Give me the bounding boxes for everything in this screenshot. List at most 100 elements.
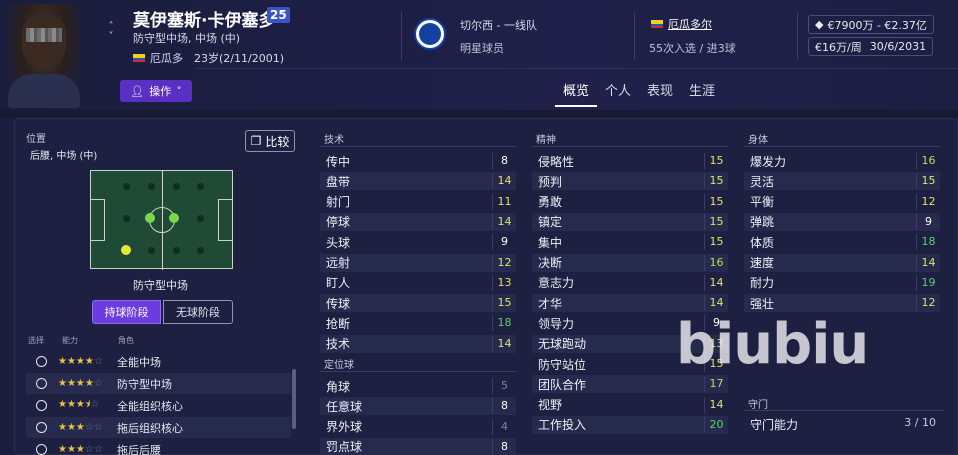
attr-value: 12 <box>916 193 940 210</box>
chevron-down-icon: ˅ <box>176 84 182 98</box>
attribute-row[interactable]: 抢断 18 <box>320 314 516 332</box>
phase-in-possession-button[interactable]: 持球阶段 <box>92 300 161 324</box>
attr-value: 9 <box>916 213 940 230</box>
attribute-row[interactable]: 传球 15 <box>320 294 516 313</box>
attribute-row[interactable]: 角球 5 <box>320 377 516 395</box>
attr-value: 18 <box>916 234 940 251</box>
attribute-row[interactable]: 意志力 14 <box>532 274 728 292</box>
role-row[interactable]: ★★★★☆ 防守型中场 <box>26 373 291 394</box>
club-crest-icon[interactable] <box>414 18 446 50</box>
prev-next-player-arrows[interactable]: ˄ ˅ <box>106 22 116 42</box>
attribute-row[interactable]: 镇定 15 <box>532 212 728 231</box>
attribute-row[interactable]: 技术 14 <box>320 334 516 353</box>
attribute-row[interactable]: 罚点球 8 <box>320 437 516 455</box>
goalkeeping-row[interactable]: 守门能力 3 / 10 <box>744 414 944 434</box>
attr-name: 灵活 <box>750 174 775 189</box>
attribute-row[interactable]: 强壮 12 <box>744 294 940 313</box>
attribute-row[interactable]: 耐力 19 <box>744 274 940 292</box>
attribute-row[interactable]: 弹跳 9 <box>744 212 940 231</box>
attribute-row[interactable]: 头球 9 <box>320 233 516 251</box>
attr-name: 侵略性 <box>538 154 575 169</box>
attribute-row[interactable]: 界外球 4 <box>320 418 516 436</box>
roles-scrollbar[interactable] <box>292 369 296 429</box>
attr-name: 爆发力 <box>750 154 787 169</box>
physical-title: 身体 <box>748 135 768 146</box>
attr-value: 8 <box>492 398 516 415</box>
attribute-row[interactable]: 灵活 15 <box>744 172 940 191</box>
wage: €16万/周 <box>815 40 862 54</box>
attr-name: 任意球 <box>326 399 363 414</box>
role-radio[interactable] <box>36 444 47 455</box>
col-header-select: 选择 <box>28 336 44 345</box>
attribute-row[interactable]: 盘带 14 <box>320 172 516 191</box>
role-name: 全能组织核心 <box>117 399 183 413</box>
contract-box[interactable]: €16万/周 30/6/2031 <box>808 37 934 56</box>
phase-out-of-possession-button[interactable]: 无球阶段 <box>163 300 233 324</box>
attribute-row[interactable]: 视野 14 <box>532 396 728 414</box>
role-radio[interactable] <box>36 422 47 433</box>
attribute-row[interactable]: 盯人 13 <box>320 274 516 292</box>
player-name: 莫伊塞斯·卡伊塞多 <box>133 11 276 31</box>
role-radio[interactable] <box>36 400 47 411</box>
attribute-row[interactable]: 平衡 12 <box>744 193 940 211</box>
attr-name: 平衡 <box>750 195 775 210</box>
selected-role-name: 防守型中场 <box>133 279 188 292</box>
position-pitch[interactable] <box>90 170 233 270</box>
attr-value: 5 <box>492 378 516 394</box>
attribute-row[interactable]: 工作投入 20 <box>532 415 728 434</box>
technical-rule <box>320 146 516 147</box>
watermark: biubiu <box>676 312 869 377</box>
physical-rule <box>744 146 940 147</box>
attribute-row[interactable]: 射门 11 <box>320 193 516 211</box>
attr-value: 15 <box>492 295 516 312</box>
col-header-role: 角色 <box>118 336 134 345</box>
set_pieces-title: 定位球 <box>324 360 354 371</box>
attribute-row[interactable]: 团队合作 17 <box>532 375 728 394</box>
nationality-name[interactable]: 厄瓜多 <box>150 50 183 66</box>
attribute-row[interactable]: 体质 18 <box>744 233 940 251</box>
attr-value: 16 <box>704 254 728 271</box>
role-row[interactable]: ★★★★☆ 全能中场 <box>26 351 291 372</box>
attribute-row[interactable]: 爆发力 16 <box>744 152 940 170</box>
attribute-row[interactable]: 速度 14 <box>744 253 940 272</box>
club-team[interactable]: 切尔西 - 一线队 <box>460 17 537 33</box>
attribute-row[interactable]: 预判 15 <box>532 172 728 191</box>
tab-personal[interactable]: 个人 <box>597 78 639 107</box>
transfer-value-box[interactable]: ◆ €7900万 - €2.37亿 <box>808 15 934 34</box>
role-row[interactable]: ★★★☆☆ 拖后后腰 <box>26 439 291 455</box>
col-header-ability: 能力 <box>62 336 78 345</box>
attr-name: 传球 <box>326 296 351 311</box>
attribute-row[interactable]: 才华 14 <box>532 294 728 313</box>
player-portrait <box>8 4 80 108</box>
technical-title: 技术 <box>324 135 344 146</box>
attribute-row[interactable]: 任意球 8 <box>320 397 516 416</box>
role-stars: ★★★★☆ <box>58 378 103 389</box>
actions-button[interactable]: 👤︎ 操作 ˅ <box>120 80 192 102</box>
attribute-row[interactable]: 勇敢 15 <box>532 193 728 211</box>
attribute-row[interactable]: 传中 8 <box>320 152 516 170</box>
attribute-row[interactable]: 决断 16 <box>532 253 728 272</box>
position-label: 位置 <box>26 134 46 145</box>
national-team-link[interactable]: 厄瓜多尔 <box>651 16 712 32</box>
attr-value: 19 <box>916 274 940 291</box>
tab-overview[interactable]: 概览 <box>555 78 598 107</box>
attr-value: 15 <box>704 213 728 230</box>
compare-label: 比较 <box>265 134 290 149</box>
attribute-row[interactable]: 停球 14 <box>320 212 516 231</box>
position-dot <box>197 247 204 254</box>
tab-performance[interactable]: 表现 <box>639 78 681 107</box>
role-radio[interactable] <box>36 356 47 367</box>
attr-value: 17 <box>704 376 728 393</box>
age-dob: 23岁(2/11/2001) <box>194 52 284 65</box>
role-radio[interactable] <box>36 378 47 389</box>
tab-career[interactable]: 生涯 <box>681 78 723 107</box>
attribute-row[interactable]: 远射 12 <box>320 253 516 272</box>
role-row[interactable]: ★★★⯨☆ 全能组织核心 <box>26 395 291 416</box>
set_pieces-rule <box>320 371 516 372</box>
role-row[interactable]: ★★★☆☆ 拖后组织核心 <box>26 417 291 438</box>
compare-button[interactable]: ❐ 比较 <box>245 130 295 152</box>
position-dot <box>123 183 130 190</box>
attribute-row[interactable]: 侵略性 15 <box>532 152 728 170</box>
attr-value: 20 <box>704 416 728 433</box>
attribute-row[interactable]: 集中 15 <box>532 233 728 251</box>
